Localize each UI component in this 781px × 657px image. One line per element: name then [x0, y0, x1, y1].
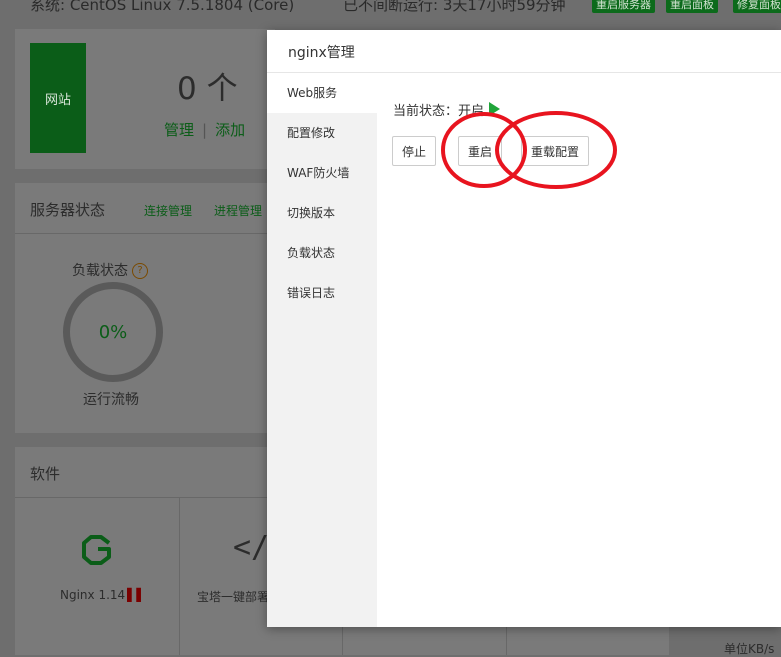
- service-status-text: 当前状态：开启: [393, 104, 485, 119]
- service-status: 当前状态：开启: [393, 100, 501, 119]
- play-icon: [489, 102, 501, 116]
- load-status-text: 运行流畅: [83, 392, 139, 408]
- dialog-title: nginx管理: [288, 45, 355, 61]
- top-bar: 系统: CentOS Linux 7.5.1804 (Core) 已不间断运行:…: [0, 0, 781, 14]
- site-manage-link[interactable]: 管理: [164, 121, 194, 139]
- software-item-label: Nginx 1.14: [60, 588, 126, 602]
- server-status-title: 服务器状态: [30, 201, 106, 219]
- nav-item-error-log[interactable]: 错误日志: [267, 273, 377, 313]
- site-count: 0 个: [177, 71, 238, 107]
- software-col-divider: [179, 498, 180, 655]
- reload-config-button[interactable]: 重载配置: [521, 136, 590, 166]
- nav-item-waf[interactable]: WAF防火墙: [267, 153, 377, 193]
- stopped-bars-icon: ▌▌: [127, 588, 146, 602]
- nav-item-switch-version[interactable]: 切换版本: [267, 193, 377, 233]
- load-status-label: 负载状态: [72, 263, 128, 279]
- server-status-card: 服务器状态 连接管理 进程管理 负载状态? 0% 运行流畅: [15, 183, 275, 433]
- code-icon[interactable]: </: [233, 530, 269, 565]
- nav-item-config-edit[interactable]: 配置修改: [267, 113, 377, 153]
- dialog-sidebar: Web服务 配置修改 WAF防火墙 切换版本 负载状态 错误日志: [267, 73, 377, 627]
- connection-manage-link[interactable]: 连接管理: [144, 202, 192, 219]
- process-manage-link[interactable]: 进程管理: [214, 202, 262, 219]
- software-item-nginx[interactable]: Nginx 1.14 ▌▌: [60, 588, 146, 602]
- restart-server-button[interactable]: 重启服务器: [592, 0, 655, 13]
- site-add-link[interactable]: 添加: [215, 121, 245, 139]
- restart-button[interactable]: 重启: [458, 136, 503, 166]
- link-separator: |: [202, 121, 208, 139]
- nav-item-web-service[interactable]: Web服务: [267, 73, 377, 113]
- system-info: 系统: CentOS Linux 7.5.1804 (Core): [30, 0, 295, 14]
- software-title: 软件: [30, 465, 61, 483]
- restart-panel-button[interactable]: 重启面板: [666, 0, 718, 13]
- site-tag: 网站: [30, 43, 86, 153]
- repair-panel-button[interactable]: 修复面板: [733, 0, 781, 13]
- dialog-title-bar: nginx管理: [267, 30, 781, 73]
- speed-unit-label: 单位KB/s: [724, 642, 775, 656]
- nginx-manage-dialog: nginx管理 Web服务 配置修改 WAF防火墙 切换版本 负载状态 错误日志…: [267, 30, 781, 627]
- site-card: 网站 0 个 管理 | 添加: [15, 29, 275, 169]
- help-icon[interactable]: ?: [132, 263, 148, 279]
- uptime-info: 已不间断运行: 3天17小时59分钟: [343, 0, 566, 14]
- software-item-label[interactable]: 宝塔一键部署: [197, 588, 269, 605]
- nav-item-load-status[interactable]: 负载状态: [267, 233, 377, 273]
- nginx-logo-icon[interactable]: [79, 532, 115, 568]
- load-gauge: 0%: [63, 282, 163, 382]
- load-value: 0%: [98, 321, 128, 343]
- stop-button[interactable]: 停止: [392, 136, 437, 166]
